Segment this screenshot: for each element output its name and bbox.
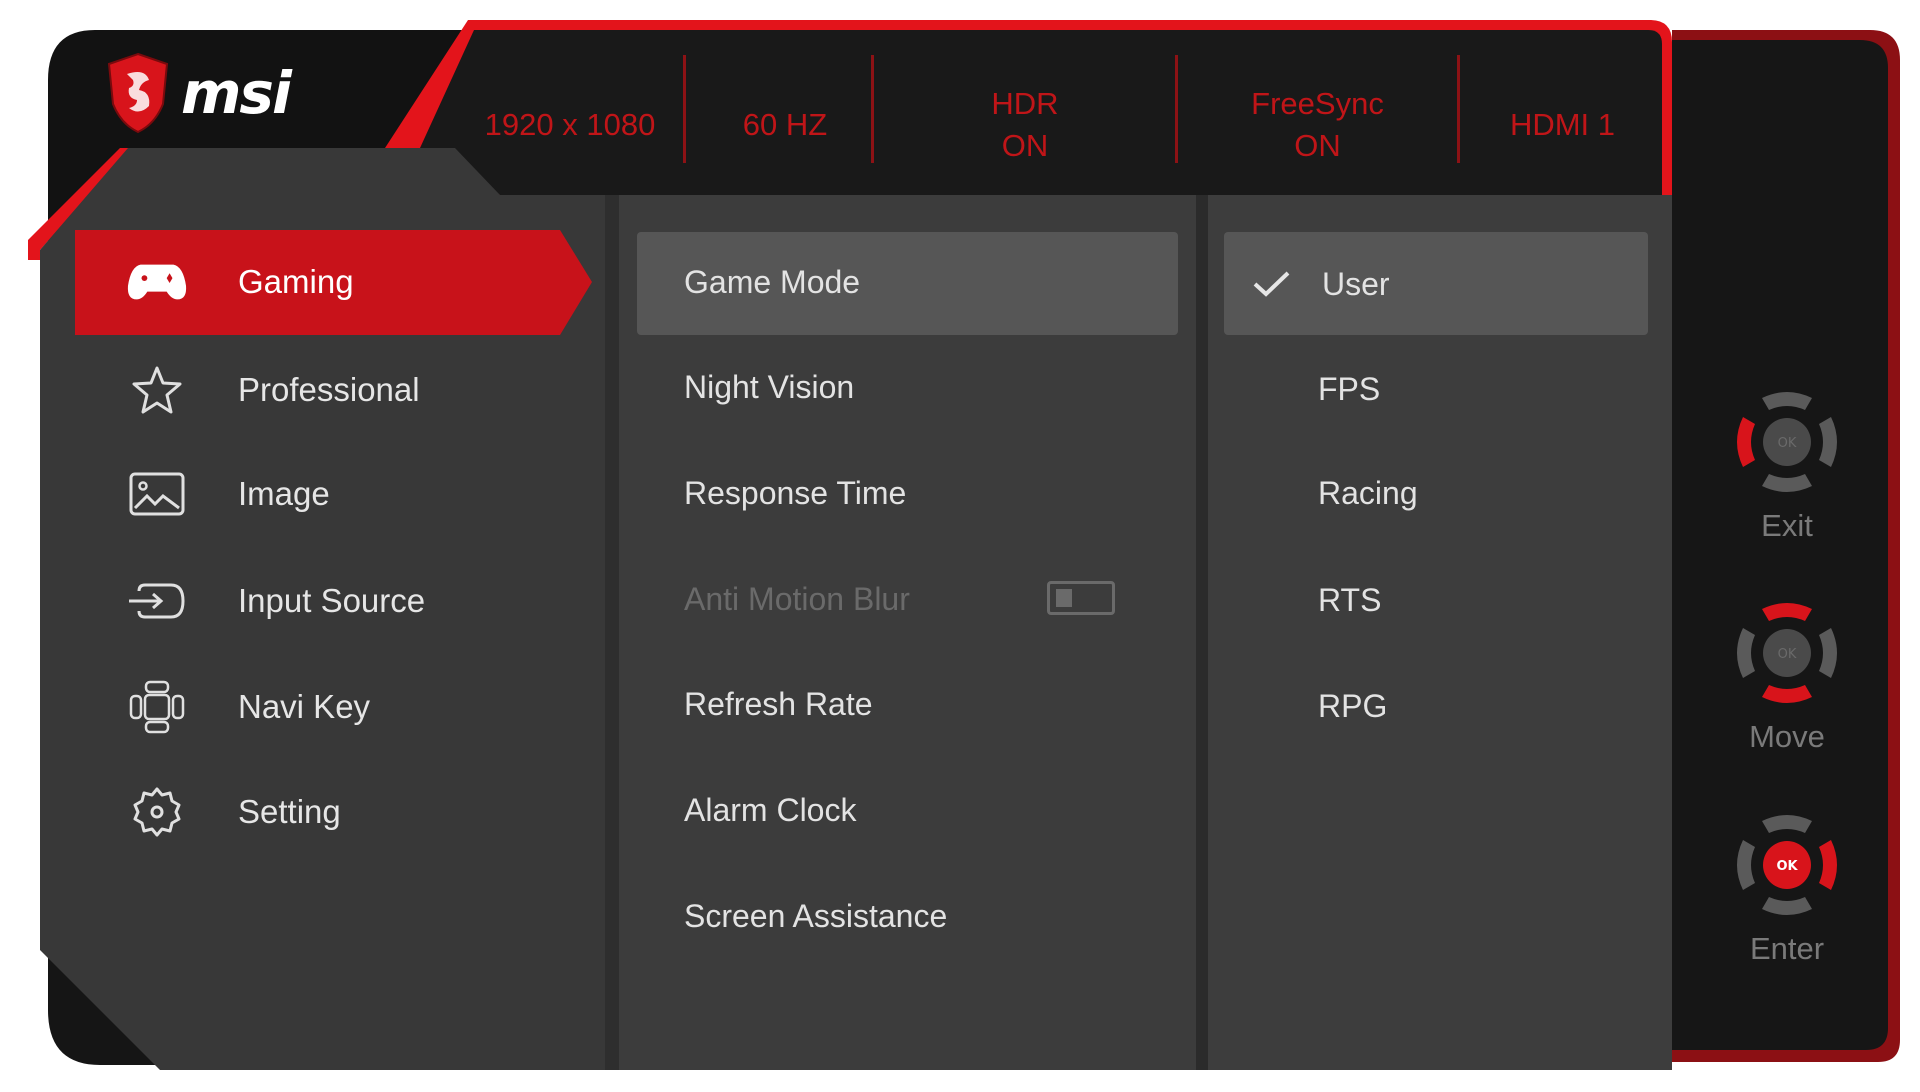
input-source-icon (127, 571, 187, 631)
sidebar-item-label: Setting (238, 793, 341, 830)
sidebar-item-navi-key[interactable]: Navi Key (75, 677, 575, 737)
submenu-item-label: Screen Assistance (684, 897, 948, 934)
status-value: ON (1294, 128, 1341, 163)
sidebar-item-label: Input Source (238, 582, 426, 619)
status-divider (1457, 55, 1460, 163)
status-freesync: FreeSync ON (1185, 80, 1450, 170)
sidebar-item-input-source[interactable]: Input Source (75, 571, 575, 631)
status-input: HDMI 1 (1465, 80, 1660, 170)
navkey-label: Enter (1749, 931, 1825, 966)
status-text: 1920 x 1080 (484, 107, 656, 142)
joystick-press-icon: OK (1737, 815, 1837, 915)
submenu-item-label: Response Time (684, 474, 907, 511)
navkey-move: OK Move (1722, 593, 1852, 755)
status-text: 60 HZ (742, 107, 828, 142)
checkmark-icon (1253, 271, 1290, 297)
toggle-knob (1056, 589, 1072, 607)
brand-name: msi (181, 58, 292, 127)
option-item-user[interactable]: User (1252, 254, 1390, 314)
sidebar-item-label: Navi Key (238, 688, 371, 725)
submenu-item-label: Night Vision (684, 368, 855, 405)
option-item-fps[interactable]: FPS (1318, 359, 1380, 419)
option-item-rts[interactable]: RTS (1318, 570, 1381, 630)
option-item-label: User (1322, 265, 1390, 302)
gamepad-icon (127, 252, 187, 312)
navi-key-icon (127, 677, 187, 737)
option-item-label: Racing (1318, 474, 1418, 511)
status-resolution: 1920 x 1080 (470, 80, 670, 170)
submenu-item-game-mode[interactable]: Game Mode (684, 252, 860, 312)
status-text: FreeSync (1251, 86, 1384, 121)
navkey-label: Move (1749, 719, 1825, 754)
star-icon (127, 360, 187, 420)
gear-icon (127, 782, 187, 842)
submenu-item-anti-motion-blur: Anti Motion Blur (684, 569, 1124, 629)
sidebar-item-setting[interactable]: Setting (75, 782, 575, 842)
submenu-item-screen-assistance[interactable]: Screen Assistance (684, 886, 947, 946)
msi-dragon-shield-icon (107, 52, 169, 133)
submenu-item-label: Refresh Rate (684, 685, 873, 722)
sidebar-item-professional[interactable]: Professional (75, 360, 575, 420)
navkey-exit: OK Exit (1722, 382, 1852, 544)
submenu-item-refresh-rate[interactable]: Refresh Rate (684, 674, 873, 734)
option-item-label: RTS (1318, 581, 1382, 618)
status-text: HDMI 1 (1509, 107, 1616, 142)
navkey-enter: OK Enter (1722, 805, 1852, 967)
status-divider (1175, 55, 1178, 163)
option-item-label: RPG (1318, 687, 1388, 724)
submenu-item-label: Game Mode (684, 263, 861, 300)
joystick-center-label: OK (1778, 647, 1797, 662)
status-divider (683, 55, 686, 163)
joystick-center-label: OK (1778, 436, 1797, 451)
submenu-item-label: Alarm Clock (684, 791, 857, 828)
column-divider-2 (1196, 195, 1208, 1070)
option-item-racing[interactable]: Racing (1318, 463, 1418, 523)
status-refresh-rate: 60 HZ (700, 80, 870, 170)
status-text: HDR (991, 86, 1059, 121)
joystick-updown-icon: OK (1737, 603, 1837, 703)
navkey-label: Exit (1761, 508, 1813, 543)
image-icon (127, 464, 187, 524)
msi-logo: msi (105, 50, 292, 135)
sidebar-item-gaming[interactable]: Gaming (75, 252, 575, 312)
status-divider (871, 55, 874, 163)
sidebar-item-label: Image (238, 475, 330, 512)
submenu-item-response-time[interactable]: Response Time (684, 463, 906, 523)
sidebar-item-label: Professional (238, 371, 420, 408)
status-value: ON (1001, 128, 1049, 163)
submenu-item-alarm-clock[interactable]: Alarm Clock (684, 780, 856, 840)
joystick-center-label: OK (1776, 859, 1798, 874)
submenu-item-night-vision[interactable]: Night Vision (684, 357, 854, 417)
option-item-label: FPS (1318, 370, 1381, 407)
sidebar-item-image[interactable]: Image (75, 464, 575, 524)
status-hdr: HDR ON (880, 80, 1170, 170)
sidebar-item-label: Gaming (238, 263, 354, 300)
option-item-rpg[interactable]: RPG (1318, 676, 1387, 736)
column-divider-1 (605, 195, 619, 1070)
joystick-left-icon: OK (1737, 392, 1837, 492)
submenu-item-label: Anti Motion Blur (684, 580, 910, 617)
anti-motion-blur-toggle (1047, 581, 1115, 615)
